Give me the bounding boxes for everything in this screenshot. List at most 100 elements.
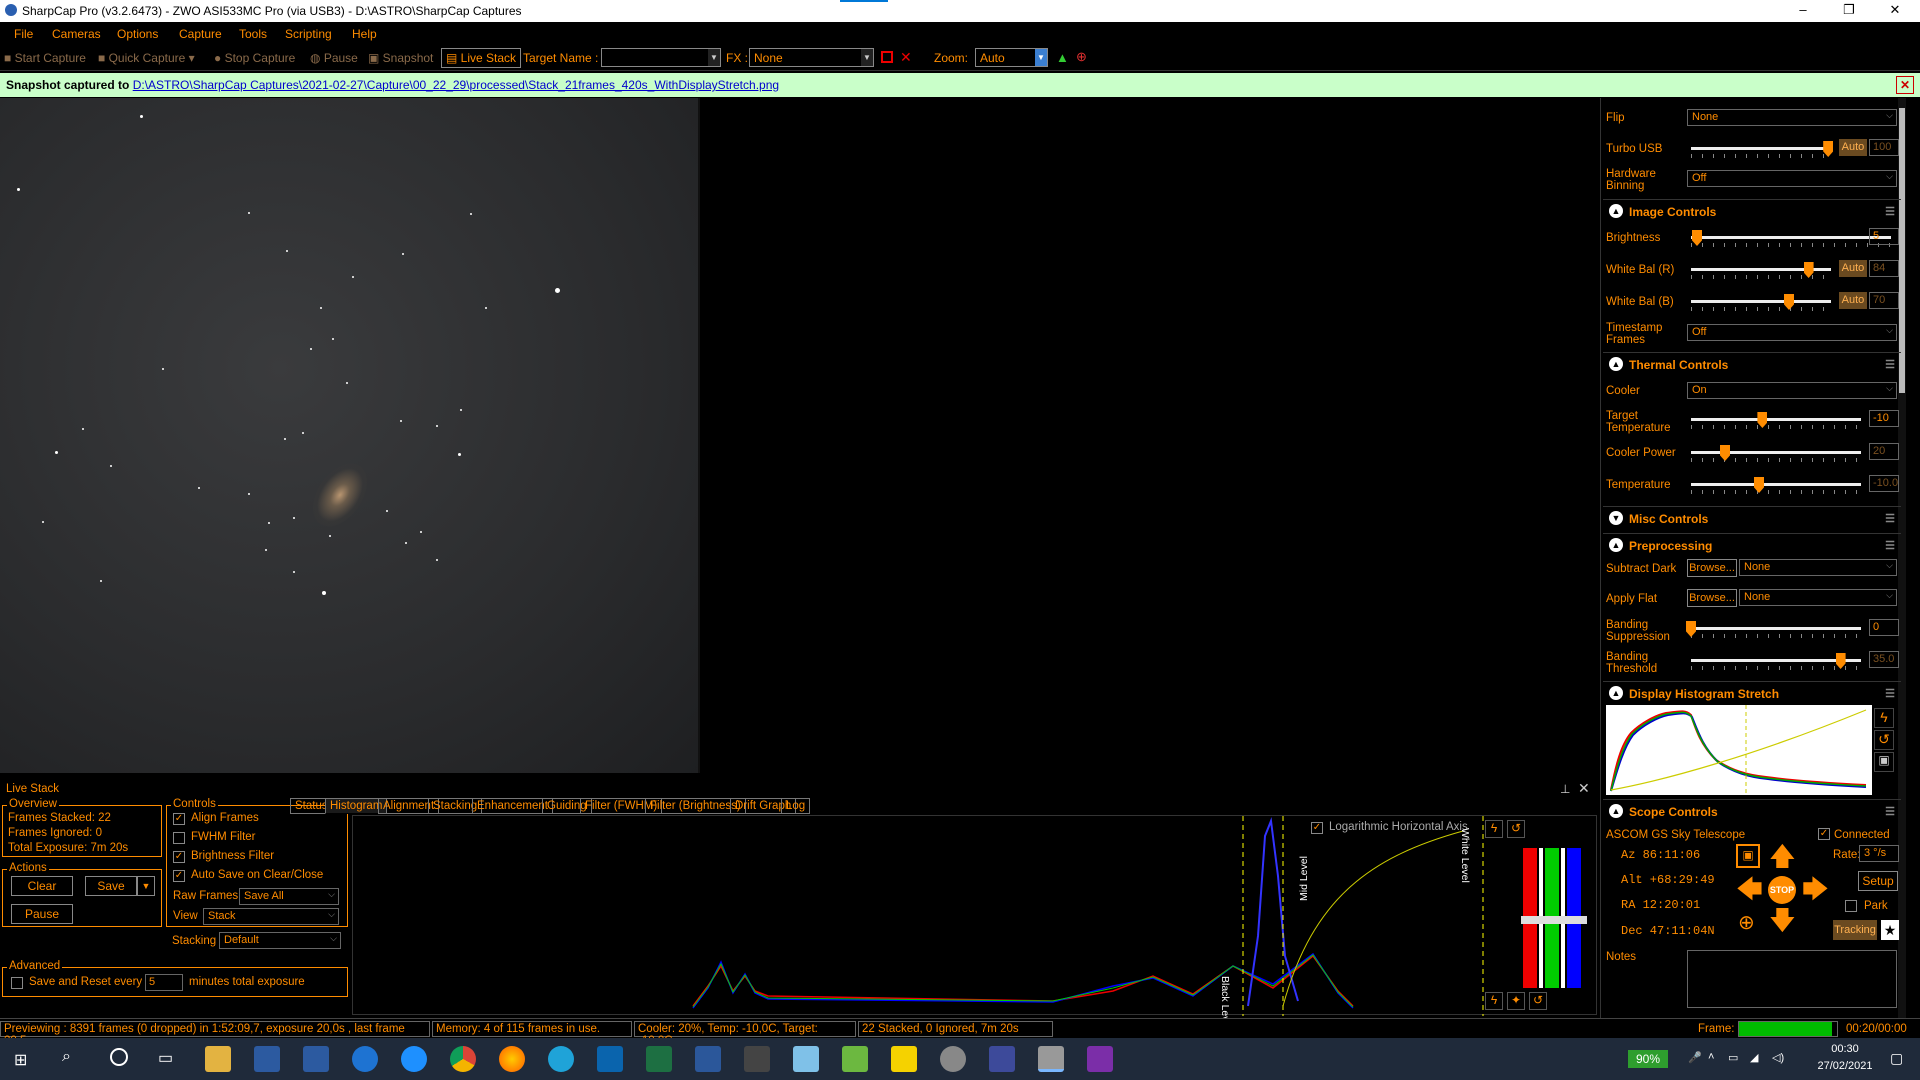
auto-save-checkbox[interactable]: ✓ bbox=[173, 870, 185, 882]
live-stack-button[interactable]: ▤ Live Stack bbox=[441, 48, 522, 68]
astro-app-icon[interactable] bbox=[940, 1046, 966, 1072]
menu-cameras[interactable]: Cameras bbox=[52, 27, 101, 41]
arrow-up-icon[interactable]: 🡅 bbox=[1769, 843, 1796, 869]
display-histogram-header[interactable]: ▲ Display Histogram Stretch ☰ bbox=[1603, 681, 1901, 703]
stack-histogram-area[interactable]: ✓ Logarithmic Horizontal Axis Black Leve… bbox=[352, 815, 1597, 1030]
rgb-level-sliders[interactable] bbox=[1521, 848, 1591, 988]
wb-b-value[interactable]: 70 bbox=[1869, 292, 1899, 309]
tracking-button[interactable]: Tracking bbox=[1833, 920, 1877, 940]
volume-icon[interactable]: ◁) bbox=[1772, 1051, 1784, 1064]
clear-button[interactable]: Clear bbox=[11, 876, 73, 896]
excel-icon[interactable] bbox=[646, 1046, 672, 1072]
reset-icon[interactable]: ↺ bbox=[1529, 992, 1547, 1010]
wb-r-auto-button[interactable]: Auto bbox=[1839, 260, 1867, 277]
start-capture-button[interactable]: ■ Start Capture bbox=[4, 51, 86, 65]
scope-controls-header[interactable]: ▲ Scope Controls ☰ bbox=[1603, 799, 1901, 821]
notepad-icon[interactable] bbox=[842, 1046, 868, 1072]
brightness-filter-checkbox[interactable]: ✓ bbox=[173, 851, 185, 863]
setup-button[interactable]: Setup bbox=[1858, 871, 1898, 891]
star-burst-icon[interactable]: ✦ bbox=[1507, 992, 1525, 1010]
search-icon[interactable]: ⌕ bbox=[62, 1048, 71, 1066]
reset-icon[interactable]: ↺ bbox=[1507, 820, 1525, 838]
menu-file[interactable]: File bbox=[14, 27, 33, 41]
target-temp-slider[interactable] bbox=[1691, 418, 1861, 421]
banding-threshold-value[interactable]: 35.0 bbox=[1869, 651, 1899, 668]
log-axis-checkbox[interactable]: ✓ bbox=[1311, 822, 1323, 834]
banding-suppression-value[interactable]: 0 bbox=[1869, 619, 1899, 636]
save-dropdown-icon[interactable]: ▼ bbox=[137, 876, 155, 896]
menu-scripting[interactable]: Scripting bbox=[285, 27, 332, 41]
powershell-icon[interactable] bbox=[254, 1046, 280, 1072]
target-temp-value[interactable]: -10 bbox=[1869, 410, 1899, 427]
apply-flat-browse-button[interactable]: Browse... bbox=[1687, 589, 1737, 607]
store-icon[interactable] bbox=[352, 1046, 378, 1072]
align-frames-checkbox[interactable]: ✓ bbox=[173, 813, 185, 825]
subtract-dark-select[interactable]: None ⌵ bbox=[1739, 559, 1897, 576]
raw-frames-select[interactable]: Save All ⌵ bbox=[239, 888, 339, 905]
brightness-value[interactable]: 5 bbox=[1869, 228, 1899, 245]
calculator-icon[interactable] bbox=[744, 1046, 770, 1072]
arrow-down-icon[interactable]: 🡇 bbox=[1769, 907, 1796, 933]
tab-log[interactable]: Log bbox=[781, 798, 811, 814]
internet-explorer-icon[interactable] bbox=[401, 1046, 427, 1072]
wb-b-auto-button[interactable]: Auto bbox=[1839, 292, 1867, 309]
menu-icon[interactable]: ☰ bbox=[1885, 205, 1895, 218]
histogram-icon[interactable]: ▲ bbox=[1056, 50, 1069, 65]
brightness-slider[interactable] bbox=[1691, 236, 1891, 239]
close-window-button[interactable]: ✕ bbox=[1872, 0, 1918, 22]
apply-flat-select[interactable]: None ⌵ bbox=[1739, 589, 1897, 606]
fwhm-filter-checkbox[interactable] bbox=[173, 832, 185, 844]
stop-slew-button[interactable]: STOP bbox=[1768, 876, 1796, 904]
save-reset-checkbox[interactable] bbox=[11, 977, 23, 989]
menu-capture[interactable]: Capture bbox=[179, 27, 222, 41]
menu-icon[interactable]: ☰ bbox=[1885, 805, 1895, 818]
rate-select[interactable]: 3 °/s bbox=[1859, 845, 1899, 862]
display-histogram-chart[interactable] bbox=[1606, 705, 1872, 795]
stop-capture-button[interactable]: ● Stop Capture bbox=[214, 51, 295, 65]
target-name-input[interactable]: ▼ bbox=[601, 48, 721, 67]
app-icon[interactable] bbox=[793, 1046, 819, 1072]
thermal-controls-header[interactable]: ▲ Thermal Controls ☰ bbox=[1603, 352, 1901, 374]
menu-icon[interactable]: ☰ bbox=[1885, 358, 1895, 371]
maximize-button[interactable]: ❐ bbox=[1826, 0, 1872, 22]
task-view-icon[interactable]: ▭ bbox=[158, 1048, 173, 1068]
menu-icon[interactable]: ☰ bbox=[1885, 539, 1895, 552]
sharpcap-taskbar-icon[interactable] bbox=[1038, 1046, 1064, 1072]
menu-icon[interactable]: ☰ bbox=[1885, 512, 1895, 525]
target-icon[interactable]: ⊕ bbox=[1738, 910, 1755, 935]
fx-select[interactable]: None ▼ bbox=[749, 48, 874, 67]
turbo-usb-auto-button[interactable]: Auto bbox=[1839, 139, 1867, 156]
star-icon[interactable]: ★ bbox=[1881, 920, 1899, 940]
wb-r-value[interactable]: 84 bbox=[1869, 260, 1899, 277]
park-checkbox[interactable] bbox=[1845, 900, 1857, 912]
arrow-right-icon[interactable]: 🡆 bbox=[1802, 876, 1829, 902]
hardware-binning-select[interactable]: Off ⌵ bbox=[1687, 170, 1897, 187]
snapshot-path-link[interactable]: D:\ASTRO\SharpCap Captures\2021-02-27\Ca… bbox=[133, 78, 779, 92]
banding-suppression-slider[interactable] bbox=[1691, 627, 1861, 630]
preprocessing-header[interactable]: ▲ Preprocessing ☰ bbox=[1603, 533, 1901, 555]
snapshot-button[interactable]: ▣ Snapshot bbox=[368, 51, 433, 65]
banding-threshold-slider[interactable] bbox=[1691, 659, 1861, 662]
menu-options[interactable]: Options bbox=[117, 27, 158, 41]
reset-icon[interactable]: ↺ bbox=[1874, 730, 1894, 750]
flip-select[interactable]: None ⌵ bbox=[1687, 109, 1897, 126]
lightning-icon[interactable]: ϟ bbox=[1874, 708, 1894, 728]
center-icon[interactable]: ▣ bbox=[1736, 844, 1760, 868]
onenote-icon[interactable] bbox=[1087, 1046, 1113, 1072]
chevron-up-icon[interactable]: ˄ bbox=[1708, 1051, 1714, 1063]
battery-badge[interactable]: 90% bbox=[1628, 1050, 1668, 1068]
windows-start-icon[interactable]: ⊞ bbox=[14, 1050, 32, 1069]
pin-icon[interactable]: ⊥ bbox=[1560, 782, 1570, 796]
quick-capture-button[interactable]: ■ Quick Capture ▾ bbox=[98, 51, 195, 65]
clock-date[interactable]: 27/02/2021 bbox=[1805, 1060, 1885, 1072]
image-controls-header[interactable]: ▲ Image Controls ☰ bbox=[1603, 199, 1901, 221]
timestamp-select[interactable]: Off ⌵ bbox=[1687, 324, 1897, 341]
select-area-icon[interactable] bbox=[881, 51, 893, 63]
zoom-icon[interactable]: ⊕ bbox=[1076, 49, 1087, 65]
save-button[interactable]: Save bbox=[85, 876, 137, 896]
microphone-icon[interactable]: 🎤 bbox=[1688, 1051, 1702, 1064]
outlook-icon[interactable] bbox=[597, 1046, 623, 1072]
minutes-stepper[interactable]: 5 bbox=[145, 974, 183, 991]
scrollbar-thumb[interactable] bbox=[1899, 108, 1905, 393]
notes-textarea[interactable] bbox=[1687, 950, 1897, 1008]
